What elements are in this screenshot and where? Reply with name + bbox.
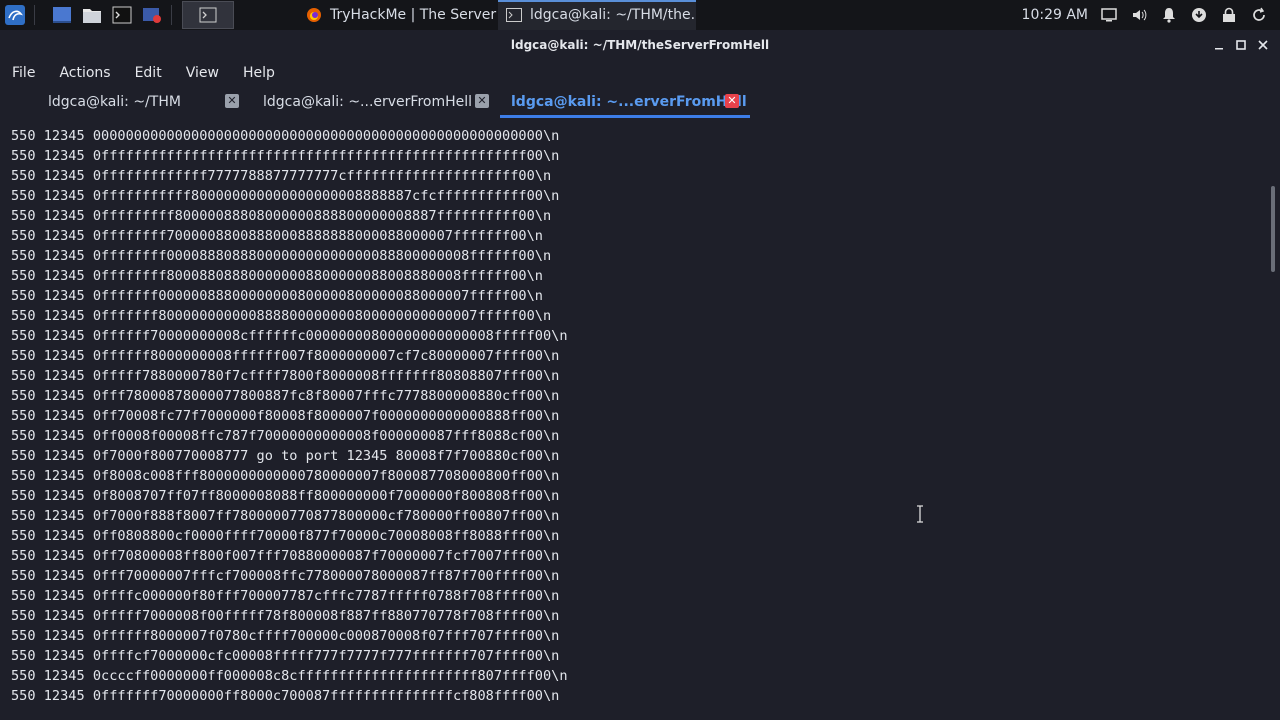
tab-close-icon[interactable]: ✕ <box>475 94 489 108</box>
taskbar-task-label: TryHackMe | The Server ... <box>330 7 498 23</box>
terminal-line: 550 12345 0ffffffff700000880088800088888… <box>11 228 543 244</box>
clock[interactable]: 10:29 AM <box>1022 7 1088 23</box>
menu-help[interactable]: Help <box>231 65 287 81</box>
terminal-line: 550 12345 0fffffffffffffffffffffffffffff… <box>11 148 560 164</box>
tab-label: ldgca@kali: ~/THM <box>48 94 181 110</box>
terminal-icon <box>506 6 522 24</box>
terminal-line: 550 12345 0fffffffff80000088808000000888… <box>11 208 552 224</box>
taskbar-separator <box>34 5 35 25</box>
power-refresh-icon[interactable] <box>1250 6 1268 24</box>
terminal-line: 550 12345 0ffffff70000000008cffffffc0000… <box>11 328 568 344</box>
workspace-switcher[interactable] <box>182 1 234 29</box>
taskbar: TryHackMe | The Server ... ldgca@kali: ~… <box>0 0 1280 30</box>
terminal-line: 550 12345 0fffff7880000780f7cffff7800f80… <box>11 368 560 384</box>
screen-recorder-icon[interactable] <box>141 4 163 26</box>
tab-bar: ldgca@kali: ~/THM ✕ ldgca@kali: ~...erve… <box>0 86 1280 118</box>
close-icon[interactable] <box>1252 34 1274 56</box>
tab-label: ldgca@kali: ~...erverFromHell <box>511 94 747 110</box>
menu-file[interactable]: File <box>0 65 47 81</box>
menu-bar: File Actions Edit View Help <box>0 60 1280 86</box>
terminal-line: 550 12345 0fffffff70000000ff8000c700087f… <box>11 688 560 704</box>
menu-actions[interactable]: Actions <box>47 65 122 81</box>
notifications-icon[interactable] <box>1160 6 1178 24</box>
terminal-line: 550 12345 0fffff7000008f00fffff78f800008… <box>11 608 560 624</box>
kali-menu-icon[interactable] <box>4 4 26 26</box>
update-icon[interactable] <box>1190 6 1208 24</box>
terminal-line: 550 12345 0ff0008f00008ffc787f7000000000… <box>11 428 560 444</box>
terminal-line: 550 12345 0ffffc000000f80fff700007787cff… <box>11 588 560 604</box>
terminal-line: 550 12345 0ff70800008ff800f007fff7088000… <box>11 548 560 564</box>
terminal-line: 550 12345 0f7000f800770008777 go to port… <box>11 448 560 464</box>
maximize-icon[interactable] <box>1230 34 1252 56</box>
terminal-launcher-icon[interactable] <box>111 4 133 26</box>
terminal-line: 550 12345 0ffffcf7000000cfc00008fffff777… <box>11 648 560 664</box>
text-cursor-icon <box>915 505 925 523</box>
lock-icon[interactable] <box>1220 6 1238 24</box>
terminal-line: 550 12345 0fffffff0000008880000000080000… <box>11 288 543 304</box>
terminal-line: 550 12345 0ffffff8000000008ffffff007f800… <box>11 348 560 364</box>
window-title: ldgca@kali: ~/THM/theServerFromHell <box>0 30 1280 60</box>
minimize-icon[interactable] <box>1208 34 1230 56</box>
tab-serverfromhell-1[interactable]: ldgca@kali: ~...erverFromHell ✕ <box>263 86 498 118</box>
terminal-line: 550 12345 0ffffff8000007f0780cffff700000… <box>11 628 560 644</box>
window-controls <box>1208 30 1274 60</box>
tab-label: ldgca@kali: ~...erverFromHell <box>263 94 473 110</box>
file-manager-icon[interactable] <box>81 4 103 26</box>
taskbar-task-label: ldgca@kali: ~/THM/the... <box>530 7 696 23</box>
tab-serverfromhell-2[interactable]: ldgca@kali: ~...erverFromHell ✕ <box>500 86 750 118</box>
terminal-output[interactable]: 550 12345 000000000000000000000000000000… <box>0 124 1266 720</box>
firefox-icon <box>306 6 322 24</box>
tab-thm[interactable]: ldgca@kali: ~/THM ✕ <box>48 86 248 118</box>
taskbar-task-terminal[interactable]: ldgca@kali: ~/THM/the... <box>498 0 696 30</box>
terminal-line: 550 12345 0fffffff8000000000008888000000… <box>11 308 552 324</box>
terminal-line: 550 12345 0fff78000878000077800887fc8f80… <box>11 388 560 404</box>
terminal-line: 550 12345 0ff70008fc77f7000000f80008f800… <box>11 408 560 424</box>
terminal-scrollbar[interactable] <box>1271 186 1275 272</box>
terminal-line: 550 12345 0f8008c008fff80000000000007800… <box>11 468 560 484</box>
terminal-line: 550 12345 0f8008707ff07ff8000008088ff800… <box>11 488 560 504</box>
show-desktop-icon[interactable] <box>51 4 73 26</box>
terminal-line: 550 12345 0ffffffff000088808880000000000… <box>11 248 552 264</box>
terminal-line: 550 12345 0fff70000007fffcf700008ffc7780… <box>11 568 560 584</box>
terminal-line: 550 12345 0ff0808800cf0000ffff70000f877f… <box>11 528 560 544</box>
taskbar-task-firefox[interactable]: TryHackMe | The Server ... <box>298 0 498 30</box>
taskbar-separator <box>171 5 172 25</box>
menu-edit[interactable]: Edit <box>123 65 174 81</box>
terminal-line: 550 12345 0fffffffffff800000000000000000… <box>11 188 560 204</box>
volume-icon[interactable] <box>1130 6 1148 24</box>
terminal-line: 550 12345 0ffffffff800088088800000008800… <box>11 268 543 284</box>
menu-view[interactable]: View <box>174 65 231 81</box>
tab-close-icon[interactable]: ✕ <box>725 94 739 108</box>
terminal-line: 550 12345 0f7000f888f8007ff7800000770877… <box>11 508 560 524</box>
display-icon[interactable] <box>1100 6 1118 24</box>
terminal-line: 550 12345 0ccccff0000000ff000008c8cfffff… <box>11 668 568 684</box>
terminal-line: 550 12345 000000000000000000000000000000… <box>11 128 560 144</box>
terminal-line: 550 12345 0fffffffffffff7777788877777777… <box>11 168 552 184</box>
tab-close-icon[interactable]: ✕ <box>225 94 239 108</box>
